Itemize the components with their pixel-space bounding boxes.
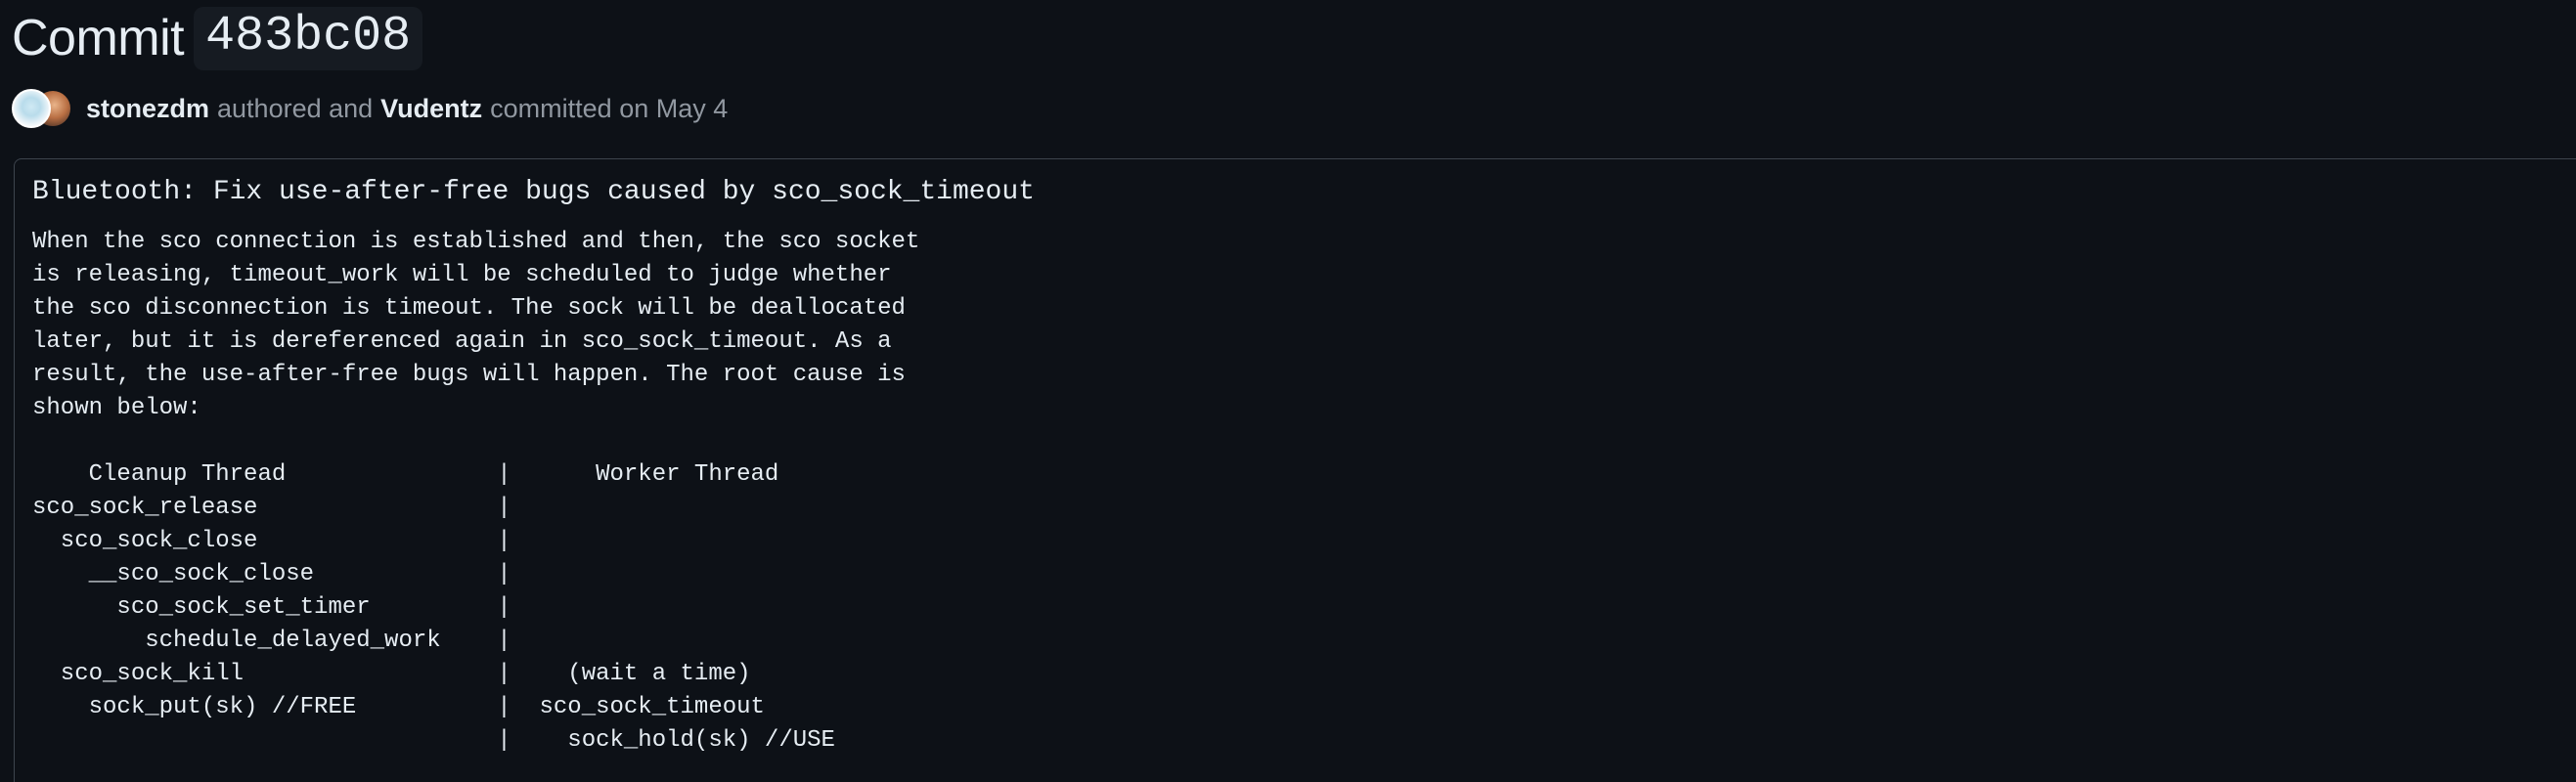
avatar-stack — [12, 88, 72, 129]
page-title: Commit — [12, 10, 185, 66]
author-avatar[interactable] — [12, 89, 51, 128]
commit-header: Commit 483bc08 — [12, 0, 423, 76]
author-link[interactable]: stonezdm — [86, 94, 209, 124]
committed-date-text: committed on May 4 — [490, 93, 729, 123]
commit-page: Commit 483bc08 stonezdm authored and Vud… — [0, 0, 2576, 782]
commit-body: When the sco connection is established a… — [32, 229, 920, 754]
committer-link[interactable]: Vudentz — [380, 94, 482, 124]
commit-sha[interactable]: 483bc08 — [194, 6, 423, 70]
authored-text: authored and — [217, 93, 374, 123]
commit-meta: stonezdm authored and Vudentz committed … — [12, 86, 728, 131]
commit-message-box: Bluetooth: Fix use-after-free bugs cause… — [14, 158, 2576, 782]
commit-subject: Bluetooth: Fix use-after-free bugs cause… — [32, 177, 1035, 207]
